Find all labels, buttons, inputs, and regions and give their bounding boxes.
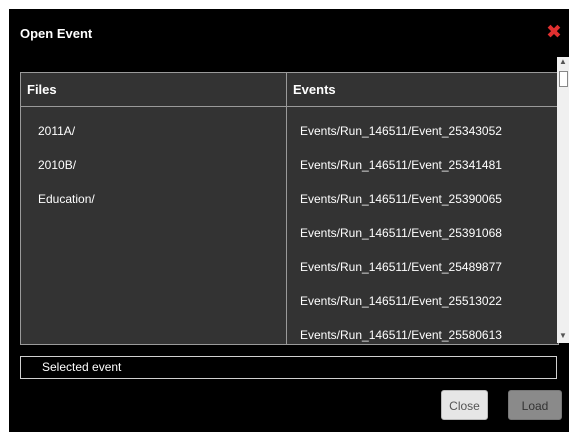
column-divider: [286, 107, 287, 344]
event-item[interactable]: Events/Run_146511/Event_25489877: [300, 257, 502, 291]
file-item[interactable]: Education/: [38, 189, 95, 223]
event-item[interactable]: Events/Run_146511/Event_25391068: [300, 223, 502, 257]
events-scrollbar[interactable]: ▲ ▼: [557, 57, 569, 343]
close-x-icon[interactable]: ✖: [544, 23, 564, 43]
files-list: 2011A/ 2010B/ Education/: [38, 121, 95, 223]
files-column-header: Files: [21, 73, 286, 107]
dialog-title: Open Event: [20, 26, 93, 41]
events-list: Events/Run_146511/Event_25343052 Events/…: [300, 121, 502, 344]
load-button[interactable]: Load: [508, 390, 562, 420]
events-column-header: Events: [286, 73, 558, 107]
event-item[interactable]: Events/Run_146511/Event_25513022: [300, 291, 502, 325]
selected-event-label: Selected event: [42, 360, 122, 374]
files-events-table: Files Events 2011A/ 2010B/ Education/ Ev…: [20, 72, 559, 345]
scroll-thumb[interactable]: [559, 71, 568, 87]
selected-event-field[interactable]: Selected event: [20, 356, 557, 379]
event-item[interactable]: Events/Run_146511/Event_25341481: [300, 155, 502, 189]
file-item[interactable]: 2011A/: [38, 121, 95, 155]
event-item[interactable]: Events/Run_146511/Event_25343052: [300, 121, 502, 155]
event-item[interactable]: Events/Run_146511/Event_25580613: [300, 325, 502, 344]
close-button[interactable]: Close: [441, 390, 488, 420]
scroll-down-arrow-icon[interactable]: ▼: [559, 331, 567, 341]
event-item[interactable]: Events/Run_146511/Event_25390065: [300, 189, 502, 223]
scroll-up-arrow-icon[interactable]: ▲: [559, 57, 567, 67]
file-item[interactable]: 2010B/: [38, 155, 95, 189]
open-event-dialog: Open Event ✖ Files Events 2011A/ 2010B/ …: [9, 9, 569, 432]
